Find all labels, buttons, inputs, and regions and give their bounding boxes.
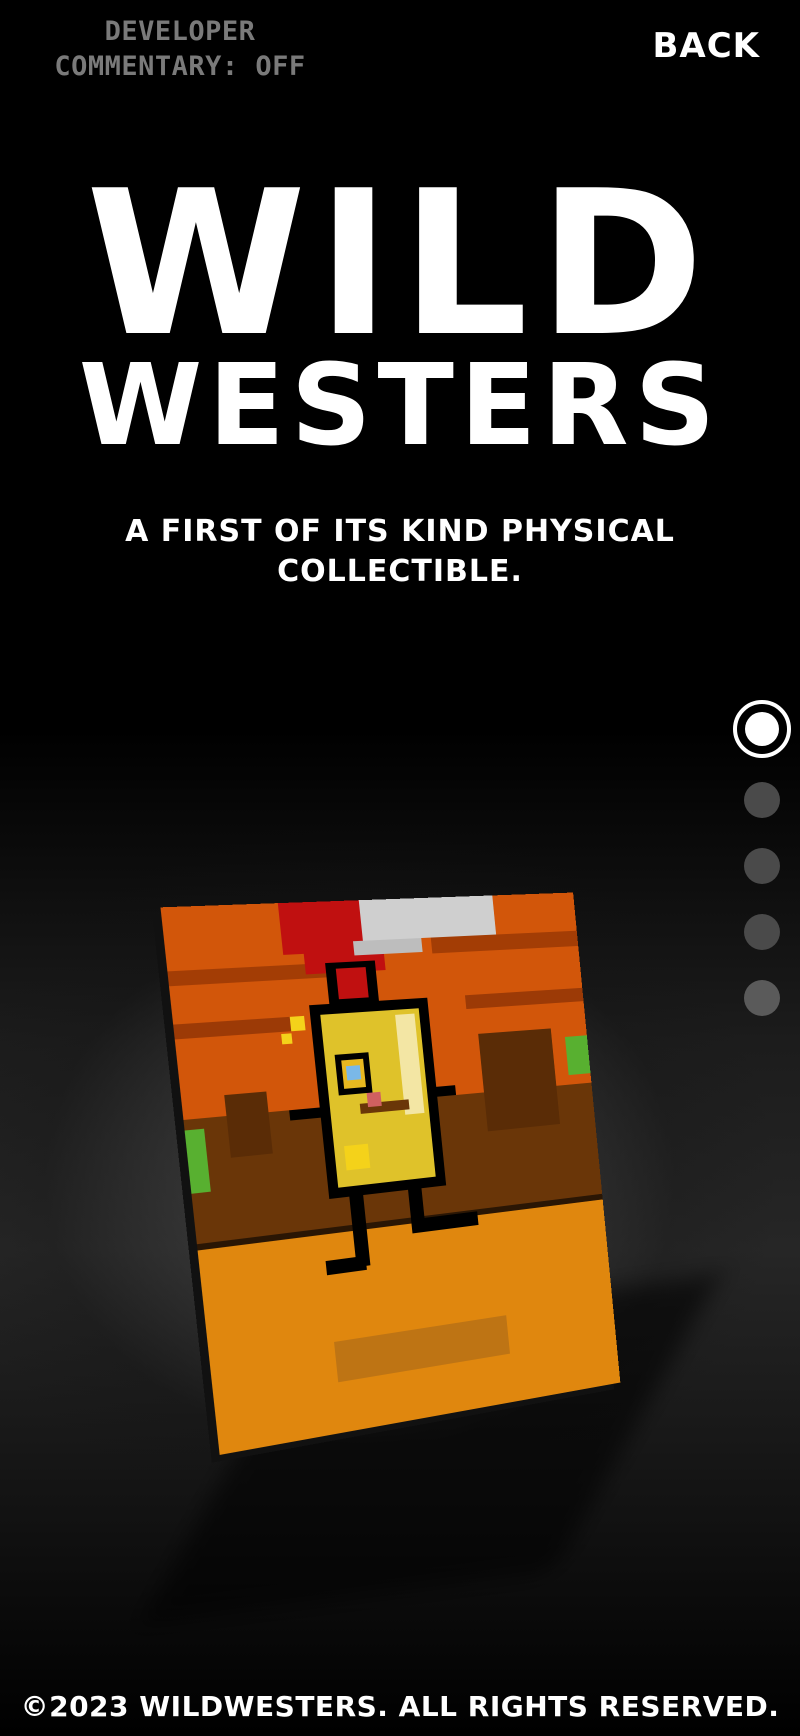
title-line-wild: WILD [85,148,715,381]
tagline: A FIRST OF ITS KIND PHYSICAL COLLECTIBLE… [125,514,675,589]
pager-dot-4[interactable] [744,914,780,950]
back-button[interactable]: BACK [652,26,760,66]
page-title: WILD WESTERS [0,148,800,471]
pager-dot-5[interactable] [744,980,780,1016]
collectible-card[interactable] [152,892,621,1463]
copyright-footer: ©2023 WILDWESTERS. ALL RIGHTS RESERVED. [20,1690,780,1723]
developer-commentary-toggle[interactable]: DEVELOPER COMMENTARY: OFF [40,14,320,84]
pager-dot-2[interactable] [744,782,780,818]
pixel-cowboy-card-icon [160,892,621,1455]
pager-dot-1[interactable] [733,700,791,758]
title-line-westers: WESTERS [78,341,722,471]
pager-dot-3[interactable] [744,848,780,884]
